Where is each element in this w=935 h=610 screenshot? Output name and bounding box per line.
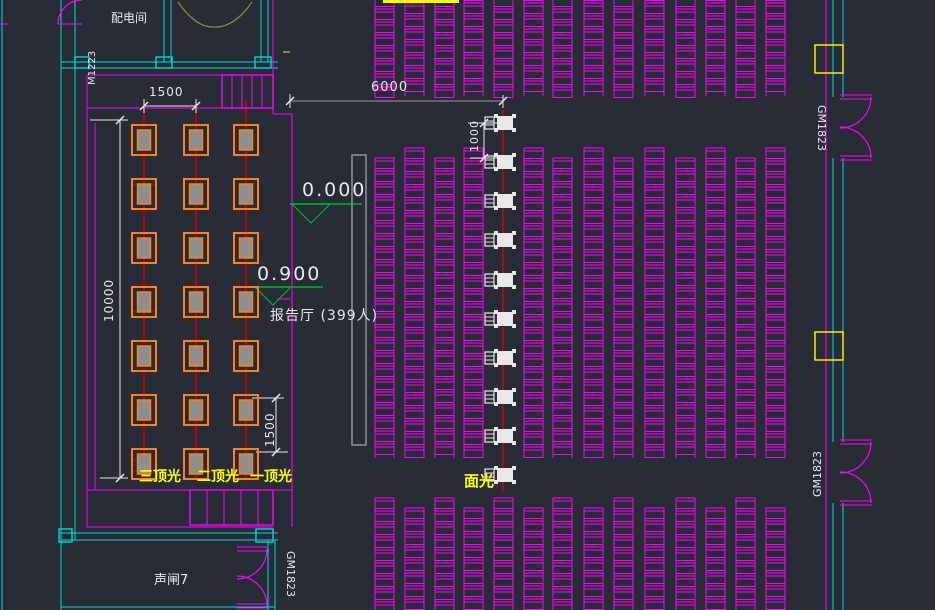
hall-name-label: 报告厅 (399人) xyxy=(270,309,378,323)
level-marker-0000: 0.000 xyxy=(302,181,366,200)
cad-canvas[interactable]: 配电间 M1223 1500 10000 1500 6000 1000 0.00… xyxy=(0,0,935,610)
dim-6000-hall: 6000 xyxy=(371,81,408,94)
door-tag-m1223: M1223 xyxy=(88,51,98,85)
door-tag-gm1823-top-right: GM1823 xyxy=(816,105,827,151)
floor-plan-drawing xyxy=(0,0,935,610)
light-batten-2-label: 二顶光 xyxy=(197,470,239,484)
level-marker-0900: 0.900 xyxy=(257,265,321,284)
door-tag-gm1823-bottom-right: GM1823 xyxy=(812,451,823,497)
front-light-label: 面光 xyxy=(464,474,494,489)
room-label-distribution-room: 配电间 xyxy=(111,12,147,24)
dim-1000-speaker-spacing: 1000 xyxy=(469,120,480,152)
room-label-sound-lock: 声闸7 xyxy=(154,574,188,587)
dim-10000-stage-depth: 10000 xyxy=(103,279,115,322)
light-batten-3-label: 三顶光 xyxy=(139,470,181,484)
dim-1500-top: 1500 xyxy=(149,86,184,98)
door-tag-gm1823-bottom-left: GM1823 xyxy=(285,551,296,597)
dim-1500-vertical: 1500 xyxy=(264,412,276,447)
light-batten-1-label: 一顶光 xyxy=(250,470,292,484)
